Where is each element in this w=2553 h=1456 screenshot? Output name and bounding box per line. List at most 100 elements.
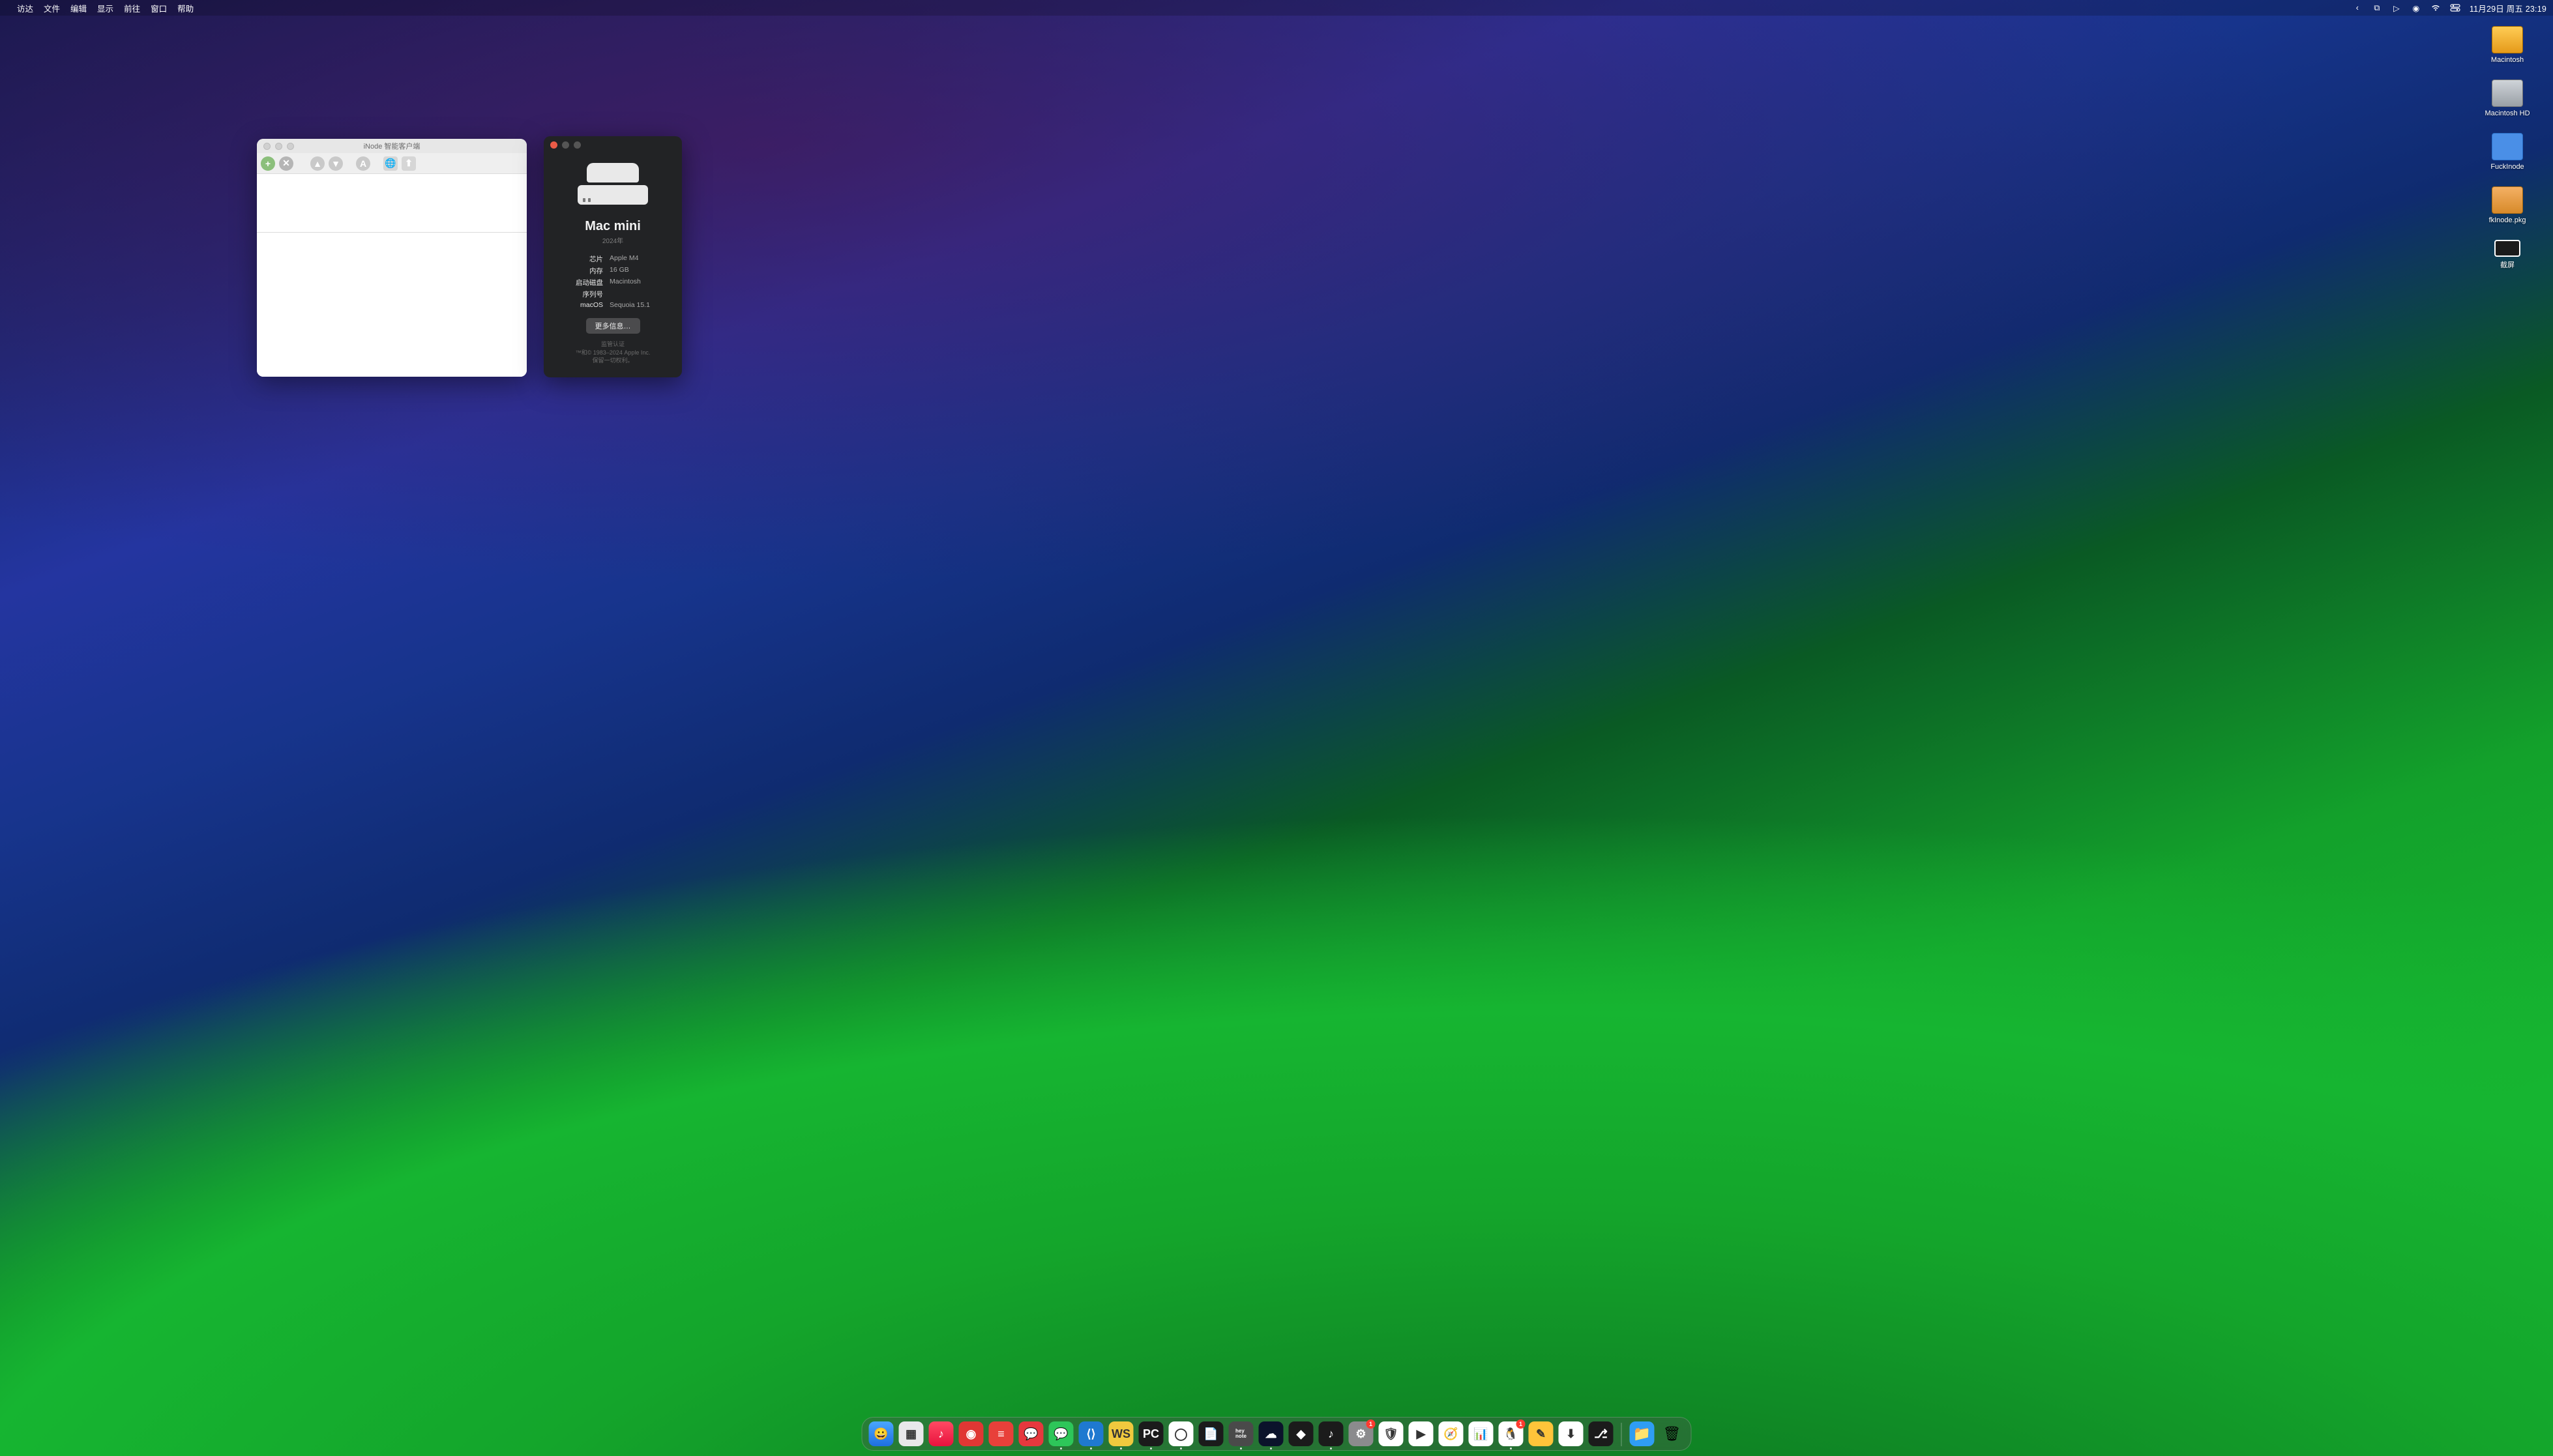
dock-app-safari[interactable]: 🧭 — [1439, 1421, 1464, 1446]
wifi-icon[interactable] — [2430, 3, 2441, 13]
dock-app-webstorm[interactable]: WS — [1109, 1421, 1134, 1446]
screenshot-icon — [2494, 240, 2520, 257]
about-model-name: Mac mini — [585, 219, 641, 234]
dock-app-xiaohongshu[interactable]: ≡ — [989, 1421, 1014, 1446]
add-button[interactable]: + — [261, 156, 275, 171]
desktop-icon-screenshot[interactable]: 截屏 — [2475, 240, 2540, 270]
dock-app-vscode[interactable]: ⟨⟩ — [1079, 1421, 1104, 1446]
arrow-up-icon[interactable]: ▲ — [310, 156, 325, 171]
desktop-icon-fuckinode[interactable]: FuckInode — [2475, 133, 2540, 171]
about-copyright: ™和© 1983–2024 Apple Inc. — [576, 349, 651, 357]
dock-app-pycharm[interactable]: PC — [1139, 1421, 1164, 1446]
running-indicator-icon — [1090, 1448, 1092, 1449]
about-rights: 保留一切权利。 — [576, 357, 651, 365]
inode-titlebar[interactable]: iNode 智能客户端 — [257, 139, 527, 153]
desktop-icon-macintosh-ext[interactable]: Macintosh — [2475, 26, 2540, 64]
dock-app-tools-yellow[interactable]: ✎ — [1529, 1421, 1554, 1446]
arrow-down-icon[interactable]: ▼ — [329, 156, 343, 171]
dock-app-chat-bubble[interactable]: 💬 — [1019, 1421, 1044, 1446]
camera-icon[interactable]: ◉ — [2411, 3, 2421, 13]
about-spec-key: macOS — [576, 301, 603, 309]
badge: 1 — [1366, 1420, 1376, 1429]
running-indicator-icon — [1510, 1448, 1512, 1449]
disk-external-icon — [2492, 26, 2523, 53]
cancel-button[interactable]: ✕ — [279, 156, 293, 171]
about-spec-key: 芯片 — [576, 254, 603, 264]
menu-item-view[interactable]: 显示 — [97, 2, 113, 14]
upload-icon[interactable]: ⬆ — [402, 156, 416, 171]
dock-app-notes-dark[interactable]: 📄 — [1199, 1421, 1224, 1446]
desktop-icon-fkinode-pkg[interactable]: fkInode.pkg — [2475, 186, 2540, 224]
folder-blueprint-icon — [2492, 133, 2523, 160]
dock-app-chrome[interactable]: ◯ — [1169, 1421, 1194, 1446]
badge: 1 — [1516, 1420, 1526, 1429]
desktop-icon-label: fkInode.pkg — [2489, 216, 2526, 224]
apply-button[interactable]: A — [356, 156, 370, 171]
dock-app-downloads-alt[interactable]: ⬇ — [1559, 1421, 1584, 1446]
desktop-icon-label: Macintosh HD — [2485, 109, 2530, 117]
mac-mini-illustration — [578, 163, 648, 205]
dock-app-launchpad[interactable]: ▦ — [899, 1421, 924, 1446]
menu-bar: 访达 文件 编辑 显示 前往 窗口 帮助 ‹ ⧉ ▷ ◉ 11月29日 周五 2… — [0, 0, 2553, 16]
dock-downloads-folder[interactable]: 📁 — [1630, 1421, 1655, 1446]
desktop-icon-macintosh-hd[interactable]: Macintosh HD — [2475, 80, 2540, 117]
minimize-icon[interactable] — [562, 141, 569, 149]
dock-app-git-fork[interactable]: ⎇ — [1589, 1421, 1614, 1446]
dock-app-termius[interactable]: ☁ — [1259, 1421, 1284, 1446]
inode-toolbar: + ✕ ▲ ▼ A 🌐 ⬆ — [257, 153, 527, 174]
chevron-left-icon[interactable]: ‹ — [2352, 3, 2363, 13]
about-footer: 监管认证 ™和© 1983–2024 Apple Inc. 保留一切权利。 — [576, 340, 651, 365]
dock-trash[interactable]: 🗑 — [1660, 1421, 1685, 1446]
running-indicator-icon — [1330, 1448, 1332, 1449]
menu-item-file[interactable]: 文件 — [44, 2, 60, 14]
desktop-icon-label: FuckInode — [2490, 163, 2524, 171]
dock-app-netease-music[interactable]: ◉ — [959, 1421, 984, 1446]
package-icon — [2492, 186, 2523, 214]
dock-app-qq[interactable]: 🐧1 — [1499, 1421, 1524, 1446]
close-icon[interactable] — [550, 141, 557, 149]
inode-title: iNode 智能客户端 — [257, 141, 527, 151]
desktop-icons: Macintosh Macintosh HD FuckInode fkInode… — [2475, 26, 2540, 270]
running-indicator-icon — [1270, 1448, 1272, 1449]
disk-internal-icon — [2492, 80, 2523, 107]
dock-app-wechat[interactable]: 💬 — [1049, 1421, 1074, 1446]
dock-app-settings[interactable]: ⚙1 — [1349, 1421, 1374, 1446]
dock-app-todesk[interactable]: ▶ — [1409, 1421, 1434, 1446]
dock-app-stats[interactable]: 📊 — [1469, 1421, 1494, 1446]
about-spec-value — [610, 289, 650, 299]
running-indicator-icon — [1150, 1448, 1152, 1449]
more-info-button[interactable]: 更多信息… — [586, 318, 640, 334]
dock-app-shield[interactable]: 🛡 — [1379, 1421, 1404, 1446]
about-spec-value: Apple M4 — [610, 254, 650, 264]
desktop-icon-label: Macintosh — [2491, 56, 2524, 64]
menu-item-edit[interactable]: 编辑 — [70, 2, 87, 14]
about-regulatory[interactable]: 监管认证 — [576, 340, 651, 349]
inode-window: iNode 智能客户端 + ✕ ▲ ▼ A 🌐 ⬆ — [257, 139, 527, 377]
control-center-icon[interactable] — [2450, 3, 2460, 13]
inode-upper-pane[interactable] — [257, 174, 527, 233]
dock-app-tiktok[interactable]: ♪ — [1319, 1421, 1344, 1446]
dock-app-apple-music[interactable]: ♪ — [929, 1421, 954, 1446]
about-spec-value: 16 GB — [610, 266, 650, 276]
play-circle-icon[interactable]: ▷ — [2391, 3, 2402, 13]
dock-app-binance[interactable]: ◆ — [1289, 1421, 1314, 1446]
running-indicator-icon — [1060, 1448, 1062, 1449]
about-this-mac-window: Mac mini 2024年 芯片 Apple M4 内存 16 GB 启动磁盘… — [544, 136, 682, 377]
desktop-icon-label: 截屏 — [2500, 259, 2515, 270]
inode-lower-pane[interactable] — [257, 233, 527, 377]
dock: 😀▦♪◉≡💬💬⟨⟩WSPC◯📄hey note☁◆♪⚙1🛡▶🧭📊🐧1✎⬇⎇📁🗑 — [862, 1417, 1692, 1451]
about-spec-key: 内存 — [576, 266, 603, 276]
menu-datetime[interactable]: 11月29日 周五 23:19 — [2470, 2, 2546, 14]
menu-item-help[interactable]: 帮助 — [177, 2, 194, 14]
about-spec-value: Sequoia 15.1 — [610, 301, 650, 309]
globe-icon[interactable]: 🌐 — [383, 156, 398, 171]
menu-app-name[interactable]: 访达 — [17, 2, 33, 14]
about-spec-key: 序列号 — [576, 289, 603, 299]
menu-item-go[interactable]: 前往 — [124, 2, 140, 14]
menu-item-window[interactable]: 窗口 — [151, 2, 167, 14]
dock-app-heynote[interactable]: hey note — [1229, 1421, 1254, 1446]
zoom-icon[interactable] — [574, 141, 581, 149]
dock-app-finder[interactable]: 😀 — [869, 1421, 894, 1446]
about-specs: 芯片 Apple M4 内存 16 GB 启动磁盘 Macintosh 序列号 … — [576, 254, 650, 309]
screen-mirror-icon[interactable]: ⧉ — [2372, 3, 2382, 13]
